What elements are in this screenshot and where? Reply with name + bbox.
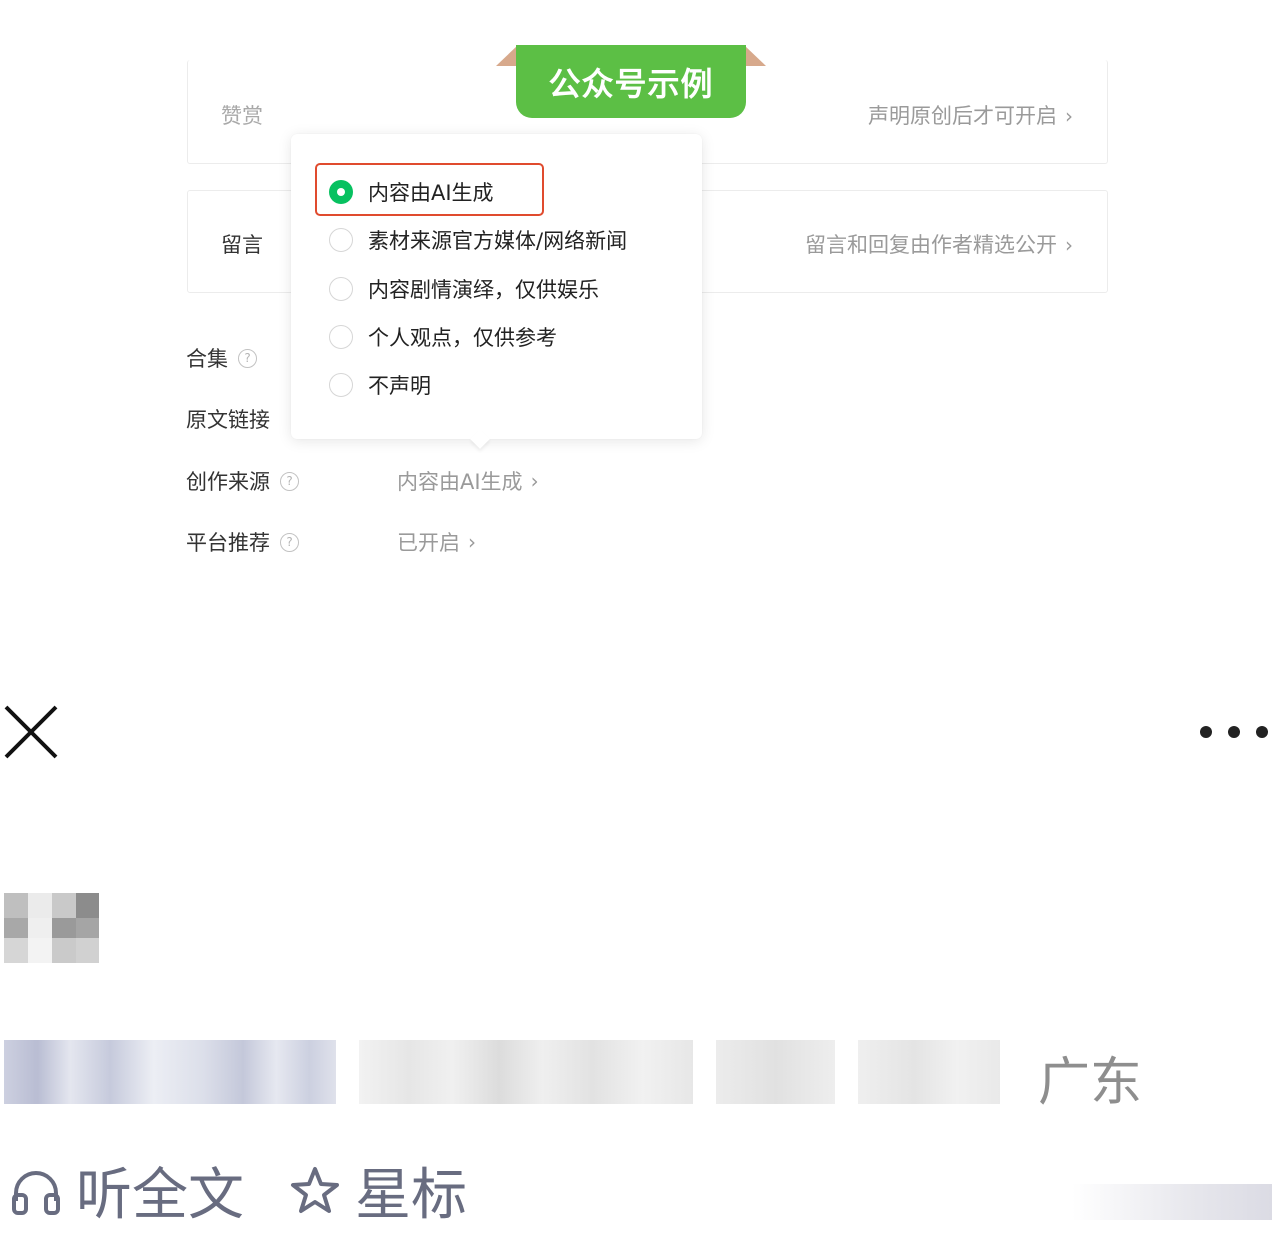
chevron-right-icon: › <box>1065 233 1073 257</box>
chevron-right-icon: › <box>530 469 539 493</box>
close-icon[interactable] <box>4 705 58 759</box>
blurred-publisher <box>858 1040 1000 1104</box>
banner-ribbon-right <box>744 45 766 66</box>
listen-label: 听全文 <box>76 1163 244 1228</box>
blurred-time <box>716 1040 835 1104</box>
comments-hint[interactable]: 留言和回复由作者精选公开 › <box>805 229 1073 259</box>
collection-label: 合集 <box>186 347 228 371</box>
original-link-label: 原文链接 <box>186 408 270 432</box>
listen-full-text-button[interactable]: 听全文 <box>10 1150 244 1231</box>
source-option-official-media[interactable]: 素材来源官方媒体/网络新闻 <box>329 225 627 255</box>
headphones-icon <box>12 1170 60 1215</box>
reward-hint-text: 声明原创后才可开启 <box>868 104 1057 128</box>
source-option-entertainment[interactable]: 内容剧情演绎，仅供娱乐 <box>329 274 599 304</box>
radio-icon[interactable] <box>329 277 353 301</box>
faded-watermark <box>1072 1184 1272 1220</box>
blurred-account-name <box>4 893 99 963</box>
blurred-author <box>4 1040 336 1104</box>
radio-icon[interactable] <box>329 373 353 397</box>
comments-hint-text: 留言和回复由作者精选公开 <box>805 233 1057 257</box>
source-option-none[interactable]: 不声明 <box>329 370 431 400</box>
creation-source-row: 创作来源 ? <box>186 466 299 496</box>
popover-arrow <box>470 429 490 449</box>
radio-icon[interactable] <box>329 228 353 252</box>
chevron-right-icon: › <box>1065 104 1073 128</box>
radio-icon[interactable] <box>329 325 353 349</box>
source-option-label: 素材来源官方媒体/网络新闻 <box>368 229 628 253</box>
question-circle-icon[interactable]: ? <box>238 348 257 368</box>
platform-recommend-label: 平台推荐 <box>186 531 270 555</box>
comments-label: 留言 <box>221 233 263 257</box>
star-label: 星标 <box>355 1163 467 1228</box>
more-dots-icon[interactable] <box>1200 721 1268 743</box>
platform-recommend-row: 平台推荐 ? <box>186 527 299 557</box>
question-circle-icon[interactable]: ? <box>280 471 299 491</box>
star-mark-button[interactable]: 星标 <box>289 1150 467 1231</box>
region-label: 广东 <box>1038 1053 1143 1113</box>
creation-source-label: 创作来源 <box>186 470 270 494</box>
source-option-label: 个人观点，仅供参考 <box>368 326 557 350</box>
creation-source-value-text: 内容由AI生成 <box>397 470 523 494</box>
blurred-date <box>359 1040 693 1104</box>
platform-recommend-value-text: 已开启 <box>397 531 460 555</box>
creation-source-value[interactable]: 内容由AI生成 › <box>397 466 539 496</box>
star-icon <box>291 1166 339 1213</box>
chevron-right-icon: › <box>468 530 476 554</box>
question-circle-icon[interactable]: ? <box>280 532 299 552</box>
source-option-label: 不声明 <box>368 374 431 398</box>
original-link-row[interactable]: 原文链接 <box>186 404 270 434</box>
source-option-personal-opinion[interactable]: 个人观点，仅供参考 <box>329 322 557 352</box>
banner-ribbon-left <box>496 45 518 66</box>
collection-row[interactable]: 合集 ? <box>186 343 257 373</box>
reward-hint[interactable]: 声明原创后才可开启 › <box>868 100 1073 130</box>
platform-recommend-value[interactable]: 已开启 › <box>397 527 476 557</box>
reward-label: 赞赏 <box>221 104 263 128</box>
source-option-label: 内容剧情演绎，仅供娱乐 <box>368 278 599 302</box>
highlight-annotation-box <box>315 163 544 216</box>
example-banner: 公众号示例 <box>516 45 746 118</box>
